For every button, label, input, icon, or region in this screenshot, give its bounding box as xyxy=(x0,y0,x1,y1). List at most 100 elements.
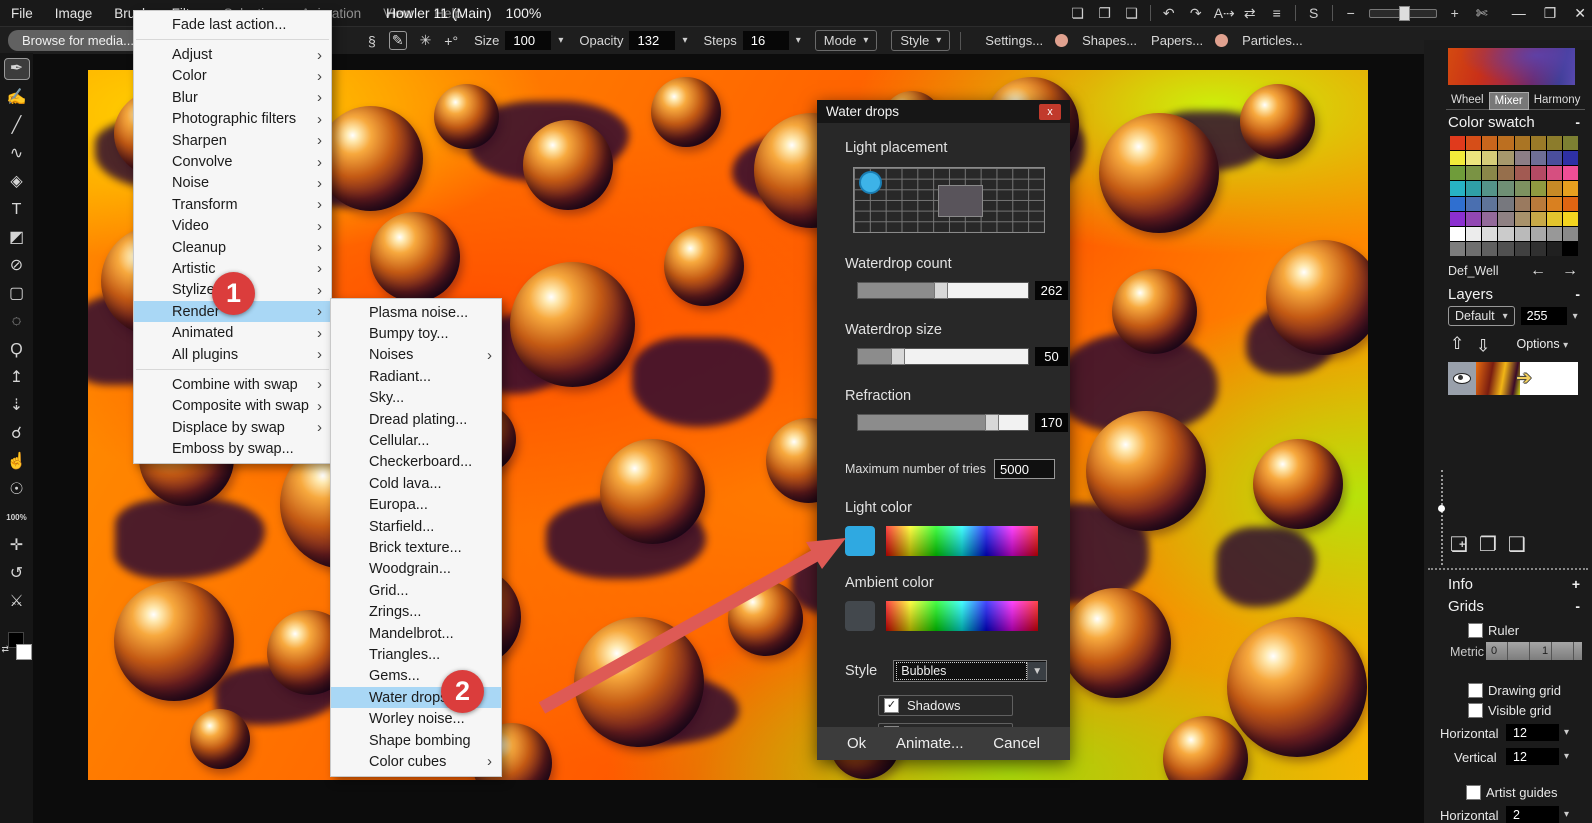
visible-grid-checkbox[interactable] xyxy=(1468,703,1483,718)
paste-page-icon[interactable]: ❐ xyxy=(1096,5,1114,22)
filter-item-blur[interactable]: Blur› xyxy=(134,87,331,108)
render-item-plasma-noise[interactable]: Plasma noise... xyxy=(331,302,501,323)
brush-dot-icon[interactable] xyxy=(1055,34,1068,47)
render-item-triangles[interactable]: Triangles... xyxy=(331,644,501,665)
cancel-button[interactable]: Cancel xyxy=(993,735,1040,752)
filter-item-adjust[interactable]: Adjust› xyxy=(134,44,331,65)
dialog-title-bar[interactable]: Water drops x xyxy=(817,100,1070,123)
render-item-noises[interactable]: Noises› xyxy=(331,345,501,366)
grab-page-icon[interactable]: ❑ xyxy=(1123,5,1141,22)
filter-item-fade-last-action[interactable]: Fade last action... xyxy=(134,14,331,35)
filter-item-transform[interactable]: Transform› xyxy=(134,194,331,215)
swatch-cell-5[interactable] xyxy=(1531,136,1546,150)
max-tries-input[interactable]: 5000 xyxy=(994,459,1055,479)
keyhole-tool-icon[interactable]: ☌ xyxy=(5,424,29,444)
swatch-cell-51[interactable] xyxy=(1498,227,1513,241)
artist-guides-checkbox[interactable] xyxy=(1466,785,1481,800)
layer-opacity-arrow-icon[interactable]: ▾ xyxy=(1573,311,1578,322)
gradient-tool-icon[interactable]: ◩ xyxy=(5,228,29,248)
swatch-cell-46[interactable] xyxy=(1547,212,1562,226)
magnifier-tool-icon[interactable]: ☉ xyxy=(5,480,29,500)
waterdrop-count-slider[interactable] xyxy=(857,282,1029,299)
render-item-zrings[interactable]: Zrings... xyxy=(331,601,501,622)
drawing-grid-checkbox[interactable] xyxy=(1468,683,1483,698)
waterdrop-size-slider[interactable] xyxy=(857,348,1029,365)
swatch-cell-60[interactable] xyxy=(1515,242,1530,256)
move-tool-icon[interactable]: ✛ xyxy=(5,536,29,556)
swatch-cell-10[interactable] xyxy=(1482,151,1497,165)
swatch-cell-17[interactable] xyxy=(1466,166,1481,180)
filter-item-displace-by-swap[interactable]: Displace by swap› xyxy=(134,417,331,438)
render-item-shape-bombing[interactable]: Shape bombing xyxy=(331,730,501,751)
edit-pencil-icon[interactable]: ✎ xyxy=(389,31,407,50)
metric-ruler-preview[interactable]: 0 1 xyxy=(1486,642,1582,660)
filter-item-photographic-filters[interactable]: Photographic filters› xyxy=(134,109,331,130)
refraction-slider[interactable] xyxy=(857,414,1029,431)
well-prev-button[interactable]: ← xyxy=(1530,262,1546,280)
zoom-in-icon[interactable]: + xyxy=(1446,5,1464,21)
layer-mode-dropdown[interactable]: Default ▾ xyxy=(1448,306,1515,326)
render-item-cellular[interactable]: Cellular... xyxy=(331,430,501,451)
rect-select-tool-icon[interactable]: ▢ xyxy=(5,284,29,304)
swatch-cell-50[interactable] xyxy=(1482,227,1497,241)
cut-tool-icon[interactable]: ✄ xyxy=(1473,5,1491,22)
layer-item[interactable] xyxy=(1448,362,1578,395)
papers-button[interactable]: Papers... xyxy=(1151,33,1203,48)
style-select-arrow-icon[interactable]: ▼ xyxy=(1027,662,1046,680)
swatch-cell-61[interactable] xyxy=(1531,242,1546,256)
filter-item-convolve[interactable]: Convolve› xyxy=(134,151,331,172)
swatch-cell-52[interactable] xyxy=(1515,227,1530,241)
swatch-cell-3[interactable] xyxy=(1498,136,1513,150)
swatch-cell-49[interactable] xyxy=(1466,227,1481,241)
swatch-cell-45[interactable] xyxy=(1531,212,1546,226)
ellipse-tool-icon[interactable]: ⊘ xyxy=(5,256,29,276)
zoom-100-tool-icon[interactable]: 100% xyxy=(5,508,29,528)
layer-opacity-value[interactable]: 255 xyxy=(1521,307,1567,325)
mode-dropdown[interactable]: Mode ▾ xyxy=(815,30,878,51)
swatch-cell-0[interactable] xyxy=(1450,136,1465,150)
swatch-cell-44[interactable] xyxy=(1515,212,1530,226)
vertical-value[interactable]: 12 xyxy=(1506,748,1559,765)
swatch-cell-19[interactable] xyxy=(1498,166,1513,180)
render-item-mandelbrot[interactable]: Mandelbrot... xyxy=(331,623,501,644)
collapse-swatch-button[interactable]: - xyxy=(1575,114,1580,131)
swatch-cell-35[interactable] xyxy=(1498,197,1513,211)
layers-scrollbar[interactable] xyxy=(1441,470,1443,565)
redo-icon[interactable]: ↷ xyxy=(1187,5,1205,22)
swatch-cell-30[interactable] xyxy=(1547,181,1562,195)
swatch-cell-36[interactable] xyxy=(1515,197,1530,211)
shapes-button[interactable]: Shapes... xyxy=(1082,33,1137,48)
swatch-cell-12[interactable] xyxy=(1515,151,1530,165)
horizontal2-dropdown-icon[interactable]: ▾ xyxy=(1564,809,1569,820)
filter-item-color[interactable]: Color› xyxy=(134,66,331,87)
render-item-checkerboard[interactable]: Checkerboard... xyxy=(331,452,501,473)
swatch-cell-23[interactable] xyxy=(1563,166,1578,180)
layer-options-dropdown[interactable]: Options ▾ xyxy=(1517,337,1569,351)
dialog-close-button[interactable]: x xyxy=(1039,104,1061,120)
style-select[interactable]: Bubbles ▼ xyxy=(893,660,1047,682)
pin-up-tool-icon[interactable]: ↥ xyxy=(5,368,29,388)
ambient-color-spectrum[interactable] xyxy=(886,601,1038,631)
swatch-cell-6[interactable] xyxy=(1547,136,1562,150)
background-color-chip[interactable] xyxy=(16,644,32,660)
swatch-cell-54[interactable] xyxy=(1547,227,1562,241)
swatch-cell-15[interactable] xyxy=(1563,151,1578,165)
swatch-cell-39[interactable] xyxy=(1563,197,1578,211)
render-item-color-cubes[interactable]: Color cubes› xyxy=(331,751,501,772)
render-item-bumpy-toy[interactable]: Bumpy toy... xyxy=(331,323,501,344)
swatch-cell-20[interactable] xyxy=(1515,166,1530,180)
swatch-cell-32[interactable] xyxy=(1450,197,1465,211)
horizontal-value[interactable]: 12 xyxy=(1506,724,1559,741)
swatch-cell-55[interactable] xyxy=(1563,227,1578,241)
shadows-option[interactable]: ✓ Shadows xyxy=(878,695,1013,716)
swatch-cell-7[interactable] xyxy=(1563,136,1578,150)
restore-button[interactable]: ❐ xyxy=(1544,5,1557,22)
menu-file[interactable]: File xyxy=(0,0,44,26)
horizontal2-value[interactable]: 2 xyxy=(1506,806,1559,823)
light-placement-grid[interactable] xyxy=(853,167,1045,233)
swatch-cell-11[interactable] xyxy=(1498,151,1513,165)
swatch-cell-24[interactable] xyxy=(1450,181,1465,195)
opacity-value[interactable]: 132 xyxy=(629,31,675,50)
filter-item-sharpen[interactable]: Sharpen› xyxy=(134,130,331,151)
revert-tool-icon[interactable]: ↺ xyxy=(5,564,29,584)
